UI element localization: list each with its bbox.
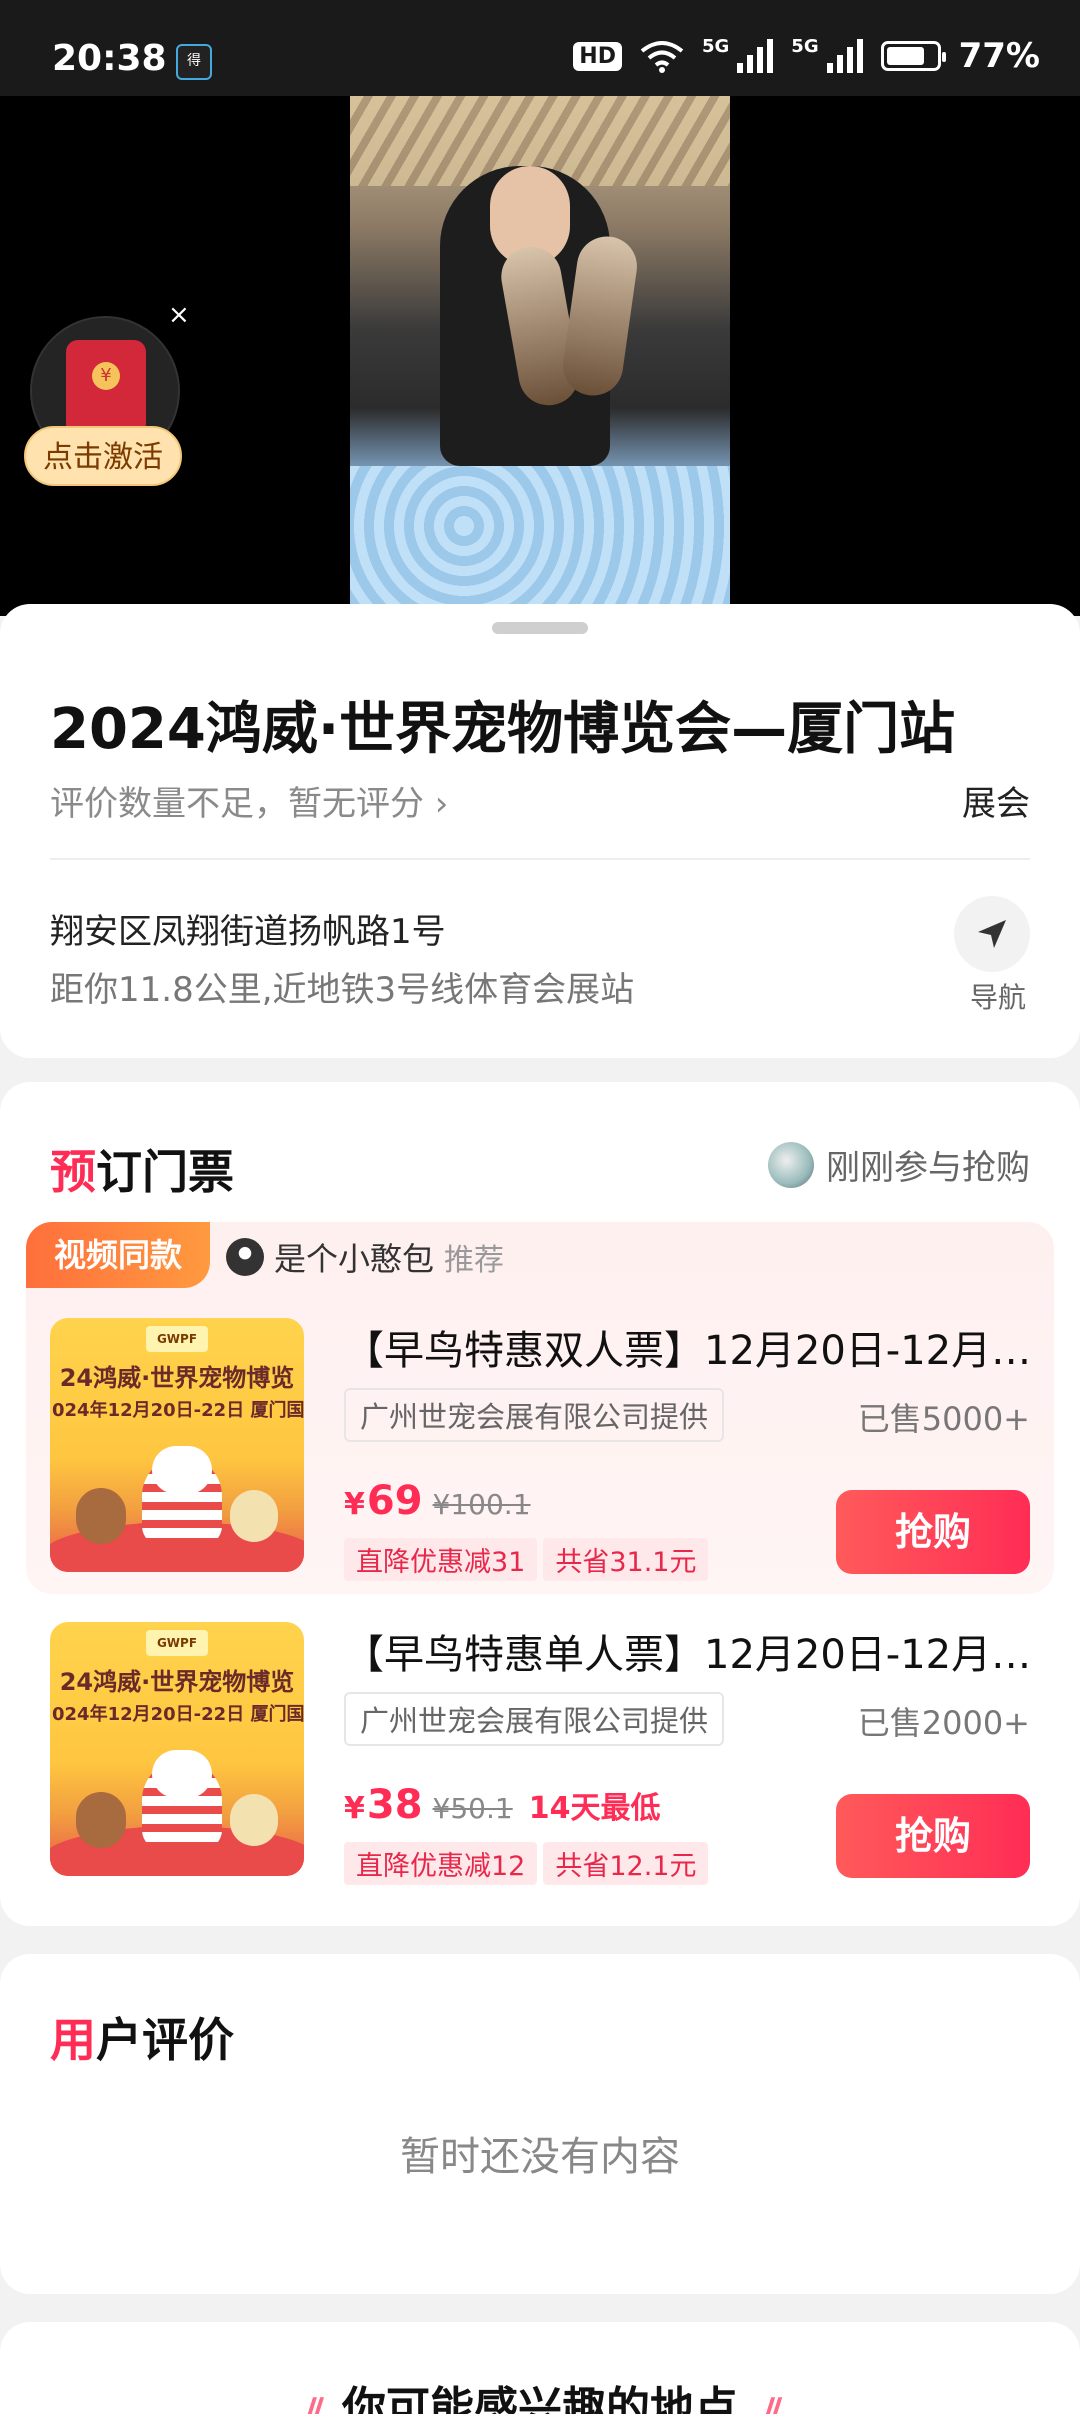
navigation-button[interactable] xyxy=(954,896,1030,972)
network-5g-label-1: 5G xyxy=(701,36,730,57)
ticket-name: 【早鸟特惠双人票】12月20日-12月22日 xyxy=(344,1328,1050,1374)
ticket-provider: 广州世宠会展有限公司提供 xyxy=(344,1692,725,1746)
ticket-price: ¥ 38 ¥50.1 14天最低 xyxy=(344,1782,661,1828)
signal-icon-1 xyxy=(737,39,774,73)
status-time: 20:38 xyxy=(52,38,167,79)
empty-state-text: 暂时还没有内容 xyxy=(400,2134,680,2180)
ticket-provider: 广州世宠会展有限公司提供 xyxy=(344,1388,725,1442)
redpacket-activate-button[interactable]: 点击激活 xyxy=(24,426,182,486)
discount-tag: 直降优惠减12 xyxy=(344,1842,538,1885)
lowest-price-badge: 14天最低 xyxy=(528,1791,661,1826)
video-frame[interactable] xyxy=(350,96,730,616)
buy-button[interactable]: 抢购 xyxy=(836,1794,1030,1878)
hd-icon: HD xyxy=(573,41,622,71)
ticket-item[interactable]: GWPF 24鸿威·世界宠物博览 024年12月20日-22日 厦门国际博览中心… xyxy=(50,1318,1050,1581)
discount-tags: 直降优惠减31 共省31.1元 xyxy=(344,1538,709,1581)
sheet-drag-handle[interactable] xyxy=(492,622,588,634)
close-icon[interactable]: × xyxy=(168,300,190,330)
distance-text: 距你11.8公里,近地铁3号线体育会展站 xyxy=(50,970,635,1010)
ticket-thumbnail: GWPF 24鸿威·世界宠物博览 024年12月20日-22日 厦门国际博览中心 xyxy=(50,1318,304,1572)
navigation-label[interactable]: 导航 xyxy=(970,976,1026,1016)
app-notification-icon: 得 xyxy=(176,44,212,80)
section-title-tickets: 预订门票 xyxy=(50,1145,234,1199)
status-bar: 20:38 得 HD 5G 5G 77% xyxy=(0,0,1080,96)
interest-card: //你可能感兴趣的地点// xyxy=(0,2322,1080,2414)
tickets-card: 预订门票 刚刚参与抢购 视频同款 是个小憨包 推荐 GWPF 24鸿威·世界宠物… xyxy=(0,1082,1080,1926)
divider xyxy=(50,858,1030,860)
place-info-card: 2024鸿威·世界宠物博览会—厦门站 评价数量不足，暂无评分 › 展会 翔安区凤… xyxy=(0,604,1080,1058)
section-title-reviews: 用户评价 xyxy=(50,2013,234,2067)
avatar xyxy=(226,1238,264,1276)
battery-icon xyxy=(880,41,946,71)
ticket-sold-count: 已售5000+ xyxy=(857,1400,1030,1438)
navigation-arrow-icon xyxy=(978,920,1006,948)
status-icons: HD 5G 5G 77% xyxy=(573,36,1040,76)
ticket-item[interactable]: GWPF 24鸿威·世界宠物博览 024年12月20日-22日 厦门国际博览中心… xyxy=(50,1622,1050,1885)
page-title: 2024鸿威·世界宠物博览会—厦门站 xyxy=(50,697,956,762)
reviews-card: 用户评价 暂时还没有内容 xyxy=(0,1954,1080,2294)
section-title-interest: //你可能感兴趣的地点// xyxy=(0,2372,1080,2414)
address-text: 翔安区凤翔街道扬帆路1号 xyxy=(50,912,446,952)
recent-purchase-indicator: 刚刚参与抢购 xyxy=(768,1140,1030,1189)
ticket-thumbnail: GWPF 24鸿威·世界宠物博览 024年12月20日-22日 厦门国际博览中心 xyxy=(50,1622,304,1876)
signal-icon-2 xyxy=(826,39,863,73)
decoration-icon: // xyxy=(762,2391,782,2414)
savings-tag: 共省12.1元 xyxy=(543,1842,709,1885)
ticket-price: ¥ 69 ¥100.1 xyxy=(344,1478,531,1524)
buy-button[interactable]: 抢购 xyxy=(836,1490,1030,1574)
battery-percent: 77% xyxy=(958,36,1040,76)
redpacket-icon xyxy=(66,340,146,436)
discount-tags: 直降优惠减12 共省12.1元 xyxy=(344,1842,709,1885)
category-label: 展会 xyxy=(962,784,1030,824)
savings-tag: 共省31.1元 xyxy=(543,1538,709,1581)
promo-user[interactable]: 是个小憨包 推荐 xyxy=(226,1234,504,1280)
ticket-sold-count: 已售2000+ xyxy=(857,1704,1030,1742)
rating-link[interactable]: 评价数量不足，暂无评分 › xyxy=(50,776,448,825)
avatar xyxy=(768,1141,814,1188)
decoration-icon: // xyxy=(303,2391,324,2414)
wifi-icon xyxy=(640,41,684,73)
network-5g-label-2: 5G xyxy=(791,36,819,57)
promo-tag: 视频同款 xyxy=(26,1222,211,1288)
ticket-name: 【早鸟特惠单人票】12月20日-12月22日 xyxy=(344,1632,1050,1678)
discount-tag: 直降优惠减31 xyxy=(344,1538,538,1581)
